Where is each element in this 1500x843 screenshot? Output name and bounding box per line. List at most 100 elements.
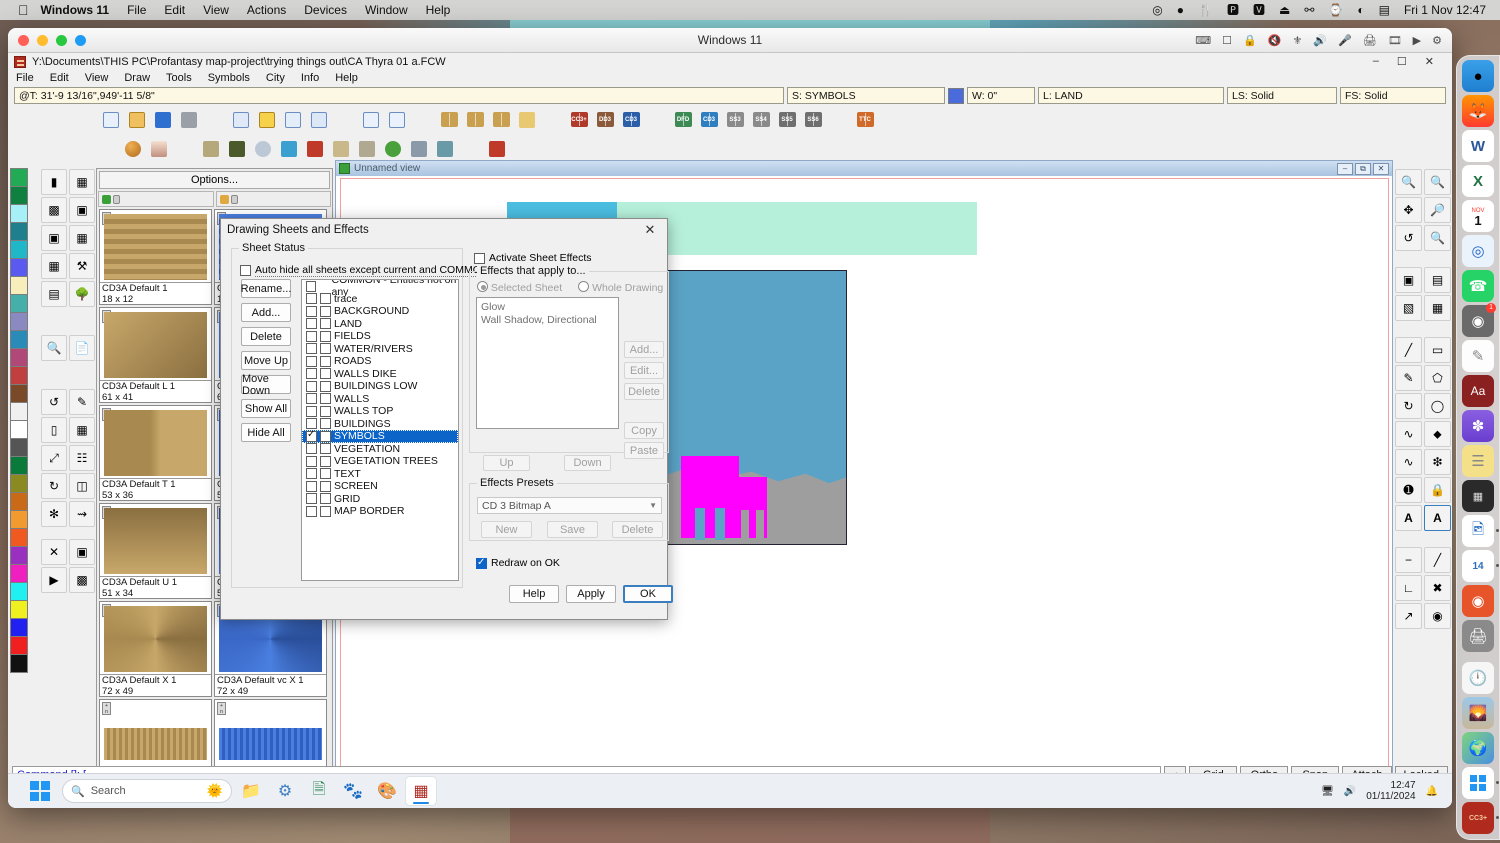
move-icon[interactable]: ⤢: [41, 445, 67, 471]
network-icon[interactable]: 🖥: [1321, 786, 1334, 797]
palette-color[interactable]: [10, 312, 28, 331]
sheet-hide-checkbox[interactable]: [306, 355, 317, 367]
effect-up-button[interactable]: Up: [483, 455, 530, 471]
cc3-menu-symbols[interactable]: Symbols: [208, 72, 250, 84]
sheet-lock-checkbox[interactable]: [320, 380, 331, 392]
book-cc3plus-icon[interactable]: CC3+: [567, 107, 591, 132]
palette-color[interactable]: [10, 474, 28, 493]
menu-item-help[interactable]: Help: [426, 3, 451, 17]
snap-perpendicular-icon[interactable]: ∟: [1395, 575, 1422, 601]
sheet-hide-checkbox[interactable]: [306, 305, 317, 317]
coordinate-field[interactable]: @T: 31'-9 13/16",949'-11 5/8": [14, 87, 784, 104]
sheet-row[interactable]: MAP BORDER: [302, 505, 458, 518]
terrain-icon[interactable]: [277, 136, 301, 161]
arc-tool-icon[interactable]: ↻: [1395, 393, 1422, 419]
line-tool-icon[interactable]: ╱: [1395, 337, 1422, 363]
edit-doc-icon[interactable]: [281, 107, 305, 132]
sheet-row[interactable]: VEGETATION TREES: [302, 455, 458, 468]
save-file-icon[interactable]: [151, 107, 175, 132]
import-doc-icon[interactable]: [307, 107, 331, 132]
catalog-icon[interactable]: [437, 107, 461, 132]
radio-whole-drawing[interactable]: Whole Drawing: [578, 281, 663, 294]
sheet-row[interactable]: ROADS: [302, 355, 458, 368]
palette-color[interactable]: [10, 294, 28, 313]
spline-tool-icon[interactable]: ∿: [1395, 421, 1422, 447]
sheet-lock-checkbox[interactable]: [320, 418, 331, 430]
snap-midpoint-icon[interactable]: −: [1395, 547, 1422, 573]
wall-texture-icon[interactable]: [199, 136, 223, 161]
new-file-icon[interactable]: [99, 107, 123, 132]
catalog-browse-icon[interactable]: [515, 107, 539, 132]
discord-icon[interactable]: ◉ 1: [1462, 303, 1496, 337]
sheet-lock-checkbox[interactable]: [320, 393, 331, 405]
sheet-lock-checkbox[interactable]: [320, 343, 331, 355]
zoom-previous-icon[interactable]: 🔍: [1424, 225, 1451, 251]
palette-color[interactable]: [10, 582, 28, 601]
smooth-poly-icon[interactable]: ⬥: [1424, 421, 1451, 447]
effect-delete-button[interactable]: Delete: [624, 383, 664, 400]
snap-nearest-icon[interactable]: ↗: [1395, 603, 1422, 629]
stickies-icon[interactable]: ☰: [1462, 445, 1494, 477]
cutlery-icon[interactable]: 🍴: [1198, 4, 1213, 16]
effect-item[interactable]: Wall Shadow, Directional: [481, 314, 614, 327]
sheet-lock-checkbox[interactable]: [320, 355, 331, 367]
move-down-button[interactable]: Move Down: [241, 373, 291, 397]
tile-icon[interactable]: [355, 136, 379, 161]
symbol-options-icon[interactable]: [407, 136, 431, 161]
layer-field[interactable]: L: LAND: [1038, 87, 1224, 104]
auto-hide-checkbox[interactable]: [240, 265, 251, 276]
snap-center-icon[interactable]: ◉: [1424, 603, 1451, 629]
redraw-on-ok-row[interactable]: Redraw on OK: [476, 557, 560, 569]
mac-clock[interactable]: Fri 1 Nov 12:47: [1404, 3, 1486, 17]
snap-intersection-icon[interactable]: ✖: [1424, 575, 1451, 601]
book-dd3-icon[interactable]: DD3: [593, 107, 617, 132]
copy-sheets-icon[interactable]: 📄: [69, 335, 95, 361]
palette-color[interactable]: [10, 618, 28, 637]
cc3-minimize-button[interactable]: –: [1373, 55, 1379, 68]
obs-icon[interactable]: ◉: [1462, 585, 1494, 617]
menu-item-view[interactable]: View: [203, 3, 229, 17]
eject-icon[interactable]: ⏏: [1279, 4, 1290, 16]
effect-item[interactable]: Glow: [481, 301, 614, 314]
sheet-hide-checkbox[interactable]: [306, 293, 317, 305]
sheet-row[interactable]: BUILDINGS LOW: [302, 380, 458, 393]
cc3-menu-draw[interactable]: Draw: [124, 72, 150, 84]
palette-color[interactable]: [10, 384, 28, 403]
sheet-row-selected[interactable]: SYMBOLS: [302, 429, 458, 443]
symbol-options-button[interactable]: Options...: [99, 171, 330, 189]
parking-icon[interactable]: 🅿: [1227, 4, 1239, 16]
sheet-hide-checkbox[interactable]: [306, 393, 317, 405]
palette-color[interactable]: [10, 636, 28, 655]
sheet-row[interactable]: VEGETATION: [302, 443, 458, 456]
snap-endpoint-icon[interactable]: ╱: [1424, 547, 1451, 573]
calculator-icon[interactable]: ▦: [1462, 480, 1494, 512]
next-page-icon[interactable]: [385, 107, 409, 132]
dictionary-icon[interactable]: Aa: [1462, 375, 1494, 407]
map-view-close-button[interactable]: ✕: [1373, 162, 1389, 175]
explode-icon[interactable]: ✻: [41, 501, 67, 527]
sheet-lock-checkbox[interactable]: [320, 443, 331, 455]
taskbar-explorer[interactable]: 📁: [236, 777, 266, 805]
sheet-hide-checkbox[interactable]: [306, 368, 317, 380]
cc3-menu-file[interactable]: File: [16, 72, 34, 84]
radio-whole-drawing-input[interactable]: [578, 281, 590, 292]
palette-color[interactable]: [10, 492, 28, 511]
map-view-minimize-button[interactable]: –: [1337, 162, 1353, 175]
zoom-in-icon[interactable]: 🔍: [1424, 169, 1451, 195]
sheet-row[interactable]: GRID: [302, 493, 458, 506]
sheets-listbox[interactable]: COMMON - Entities not on any trace BACKG…: [301, 279, 459, 581]
menu-item-windows11[interactable]: Windows 11: [41, 3, 110, 17]
ulysses-icon[interactable]: ✽: [1462, 410, 1494, 442]
apply-button[interactable]: Apply: [566, 585, 616, 603]
fractal-line-icon[interactable]: ∿: [1395, 449, 1422, 475]
preset-save-button[interactable]: Save: [547, 521, 598, 538]
align-icon[interactable]: ▶: [41, 567, 67, 593]
preset-delete-button[interactable]: Delete: [612, 521, 663, 538]
symbol-catalog-icon[interactable]: [433, 136, 457, 161]
palette-color[interactable]: [10, 330, 28, 349]
sheet-lock-checkbox[interactable]: [320, 505, 331, 517]
activate-effects-checkbox[interactable]: [474, 252, 485, 264]
bring-forward-icon[interactable]: ▧: [1395, 295, 1422, 321]
clock-icon[interactable]: ●: [1177, 4, 1184, 16]
radio-selected-sheet[interactable]: Selected Sheet: [477, 281, 562, 294]
